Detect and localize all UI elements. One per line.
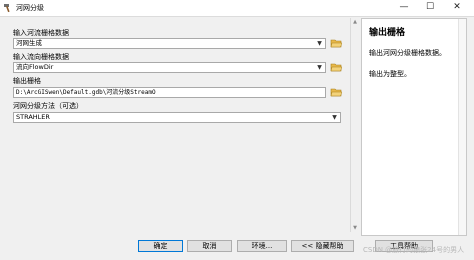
help-paragraph: 输出为整型。 <box>369 70 411 78</box>
input-stream-raster-select[interactable]: 河网生成 ▼ <box>13 38 326 49</box>
help-paragraph: 输出河网分级栅格数据。 <box>369 49 446 57</box>
cancel-button[interactable]: 取消 <box>187 240 232 252</box>
window-title: 河网分级 <box>16 4 44 12</box>
scroll-down-icon[interactable]: ▼ <box>351 224 359 232</box>
input-flowdir-raster-select[interactable]: 流向FlowDir ▼ <box>13 62 326 73</box>
input-stream-value: 河网生成 <box>16 39 42 47</box>
output-raster-label: 输出栅格 <box>13 77 41 85</box>
output-raster-input[interactable]: D:\ArcGISwen\Default.gdb\河流分级StreamO <box>13 87 326 98</box>
close-button[interactable]: ✕ <box>447 1 467 14</box>
input-flowdir-value: 流向FlowDir <box>16 63 54 71</box>
parameters-panel: 输入河流栅格数据 河网生成 ▼ 输入流向栅格数据 流向FlowDir ▼ 输出栅… <box>8 18 358 232</box>
environments-button[interactable]: 环境... <box>237 240 287 252</box>
dropdown-arrow-icon[interactable]: ▼ <box>315 64 324 71</box>
hammer-icon <box>4 4 10 13</box>
help-scrollbar[interactable] <box>458 19 466 235</box>
folder-open-icon[interactable] <box>330 87 342 97</box>
form-scrollbar[interactable]: ▲ ▼ <box>350 18 358 232</box>
order-method-label: 河网分级方法（可选） <box>13 102 83 110</box>
hide-help-button[interactable]: << 隐藏帮助 <box>291 240 354 252</box>
output-raster-value: D:\ArcGISwen\Default.gdb\河流分级StreamO <box>16 89 156 96</box>
help-panel: 输出栅格 输出河网分级栅格数据。 输出为整型。 <box>361 18 467 236</box>
order-method-value: STRAHLER <box>16 113 50 121</box>
dropdown-arrow-icon[interactable]: ▼ <box>315 40 324 47</box>
order-method-select[interactable]: STRAHLER ▼ <box>13 112 341 123</box>
dropdown-arrow-icon[interactable]: ▼ <box>330 114 339 121</box>
ok-button[interactable]: 确定 <box>138 240 183 252</box>
watermark: CSDN @旅行的狼张24号的男人 <box>363 246 465 254</box>
maximize-button[interactable]: ☐ <box>420 1 440 14</box>
title-bar: 河网分级 — ☐ ✕ <box>0 0 474 16</box>
help-title: 输出栅格 <box>369 28 406 38</box>
input-flowdir-label: 输入流向栅格数据 <box>13 53 69 61</box>
folder-open-icon[interactable] <box>330 62 342 72</box>
input-stream-label: 输入河流栅格数据 <box>13 29 69 37</box>
scroll-up-icon[interactable]: ▲ <box>351 18 359 26</box>
folder-open-icon[interactable] <box>330 38 342 48</box>
minimize-button[interactable]: — <box>394 1 414 14</box>
